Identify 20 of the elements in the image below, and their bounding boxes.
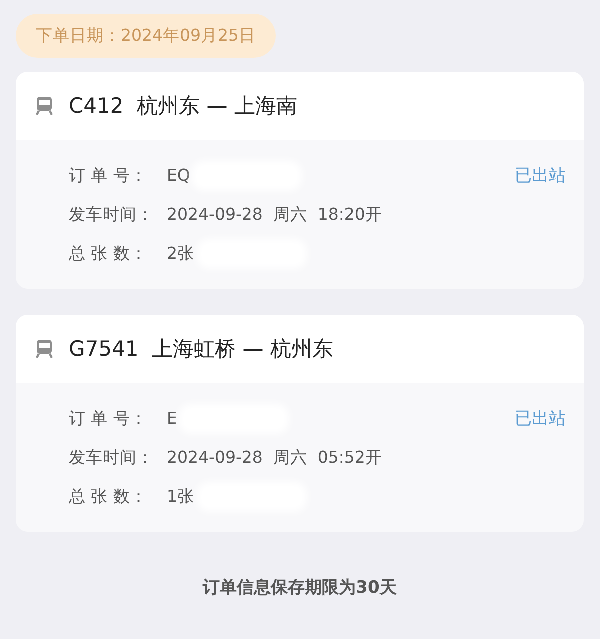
field-label: 发车时间： [69,446,155,468]
field-value: 2张 [167,242,194,264]
field-value: E [167,409,178,428]
field-label: 总 张 数： [69,486,148,508]
order-date-badge: 下单日期：2024年09月25日 [16,14,276,58]
field-value: 2024-09-28 周六 05:52开 [167,446,382,468]
field-value: 1张 [167,486,194,508]
status-label: 已出站 [515,408,566,430]
field-label: 发车时间： [69,204,155,226]
train-icon [36,96,53,116]
field-label: 订 单 号： [69,408,148,430]
train-route: C412 杭州东 — 上海南 [69,93,298,120]
train-icon [36,339,53,359]
status-label: 已出站 [515,165,566,187]
field-value: 2024-09-28 周六 18:20开 [167,204,382,226]
field-label: 订 单 号： [69,164,148,186]
field-value: EQ [167,166,190,185]
train-route: G7541 上海虹桥 — 杭州东 [69,336,334,363]
retention-note: 订单信息保存期限为30天 [202,577,398,599]
field-label: 总 张 数： [69,242,148,264]
